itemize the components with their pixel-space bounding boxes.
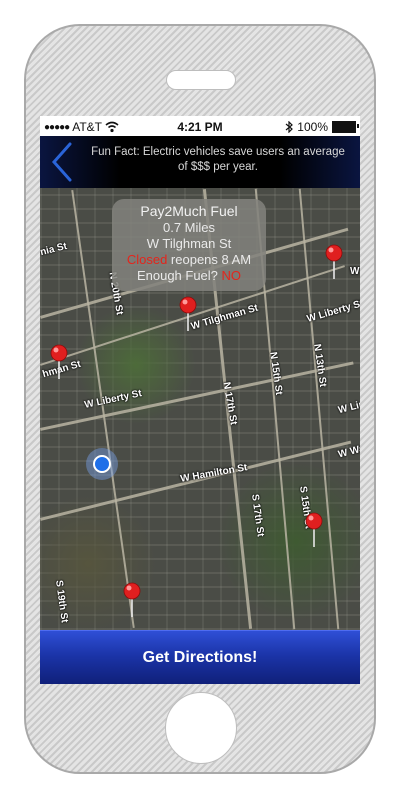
bluetooth-icon xyxy=(285,121,294,133)
street-label: nia St xyxy=(40,240,69,259)
app-screen: ●●●●● AT&T 4:21 PM 100% Fun Fact: Electr… xyxy=(40,116,360,684)
fuel-question: Enough Fuel? xyxy=(136,268,222,283)
map-road xyxy=(40,361,354,431)
map-pin-icon[interactable] xyxy=(178,296,198,332)
station-hours: Closed reopens 8 AM xyxy=(112,252,266,268)
map-pin-icon[interactable] xyxy=(304,512,324,548)
street-label: N 15th St xyxy=(267,351,285,396)
station-status: Closed xyxy=(126,252,168,267)
get-directions-button[interactable]: Get Directions! xyxy=(40,630,360,684)
back-chevron-icon[interactable] xyxy=(48,140,76,184)
street-label: W Tilghman St xyxy=(189,302,260,333)
satellite-map[interactable]: nia St N 20th St W Tilghman St W Liberty… xyxy=(40,188,360,630)
street-label: N 13th St xyxy=(311,343,329,388)
header-bar: Fun Fact: Electric vehicles save users a… xyxy=(40,136,360,188)
fuel-check: Enough Fuel? NO xyxy=(112,268,266,284)
map-pin-icon[interactable] xyxy=(122,582,142,618)
map-pin-icon[interactable] xyxy=(49,344,69,380)
fun-fact-text: Fun Fact: Electric vehicles save users a… xyxy=(91,146,345,173)
station-street: W Tilghman St xyxy=(146,236,232,251)
battery-icon xyxy=(332,121,359,133)
street-label: W Lin xyxy=(337,398,360,417)
speaker-grille xyxy=(166,70,236,90)
fuel-answer: NO xyxy=(221,268,242,283)
station-distance: 0.7 Miles xyxy=(162,220,216,235)
battery-percent: 100% xyxy=(297,120,328,134)
station-reopen: reopens 8 AM xyxy=(167,252,252,267)
status-bar: ●●●●● AT&T 4:21 PM 100% xyxy=(40,116,360,136)
map-pin-icon[interactable] xyxy=(324,244,344,280)
status-right: 100% xyxy=(285,120,359,134)
street-label: S 17th St xyxy=(248,493,266,538)
street-label: W xyxy=(350,266,360,277)
street-label: S 19th St xyxy=(52,579,70,624)
station-name: Pay2Much Fuel xyxy=(140,203,238,219)
home-button[interactable] xyxy=(165,692,237,764)
street-label: W Hamilton St xyxy=(179,462,249,485)
current-location-core xyxy=(93,455,111,473)
current-location-icon xyxy=(86,448,118,480)
station-info-bubble[interactable]: Pay2Much Fuel 0.7 Miles W Tilghman St Cl… xyxy=(112,199,266,291)
street-label: W Liberty St xyxy=(305,298,360,325)
